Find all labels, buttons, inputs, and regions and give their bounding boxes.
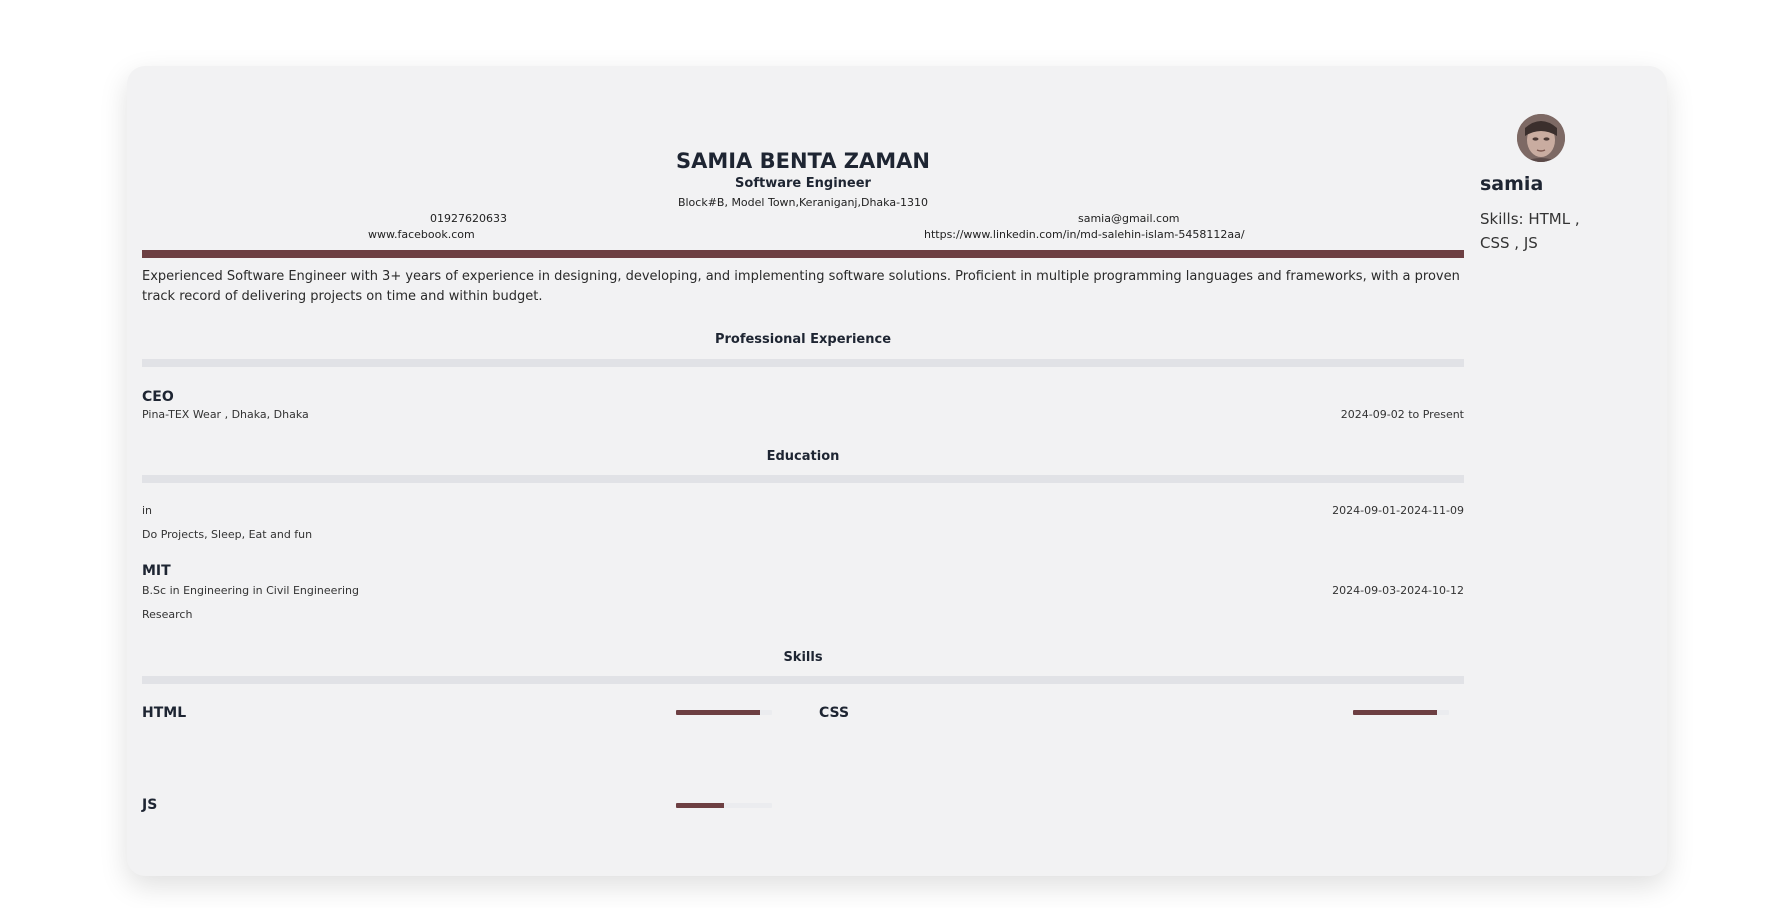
header-divider [142,250,1464,258]
contact-facebook-link[interactable]: www.facebook.com [368,228,475,241]
skill-level-bar-css [1353,710,1449,715]
education-degree: B.Sc in Engineering in Civil Engineering [142,584,359,597]
contact-linkedin-link[interactable]: https://www.linkedin.com/in/md-salehin-i… [924,228,1245,241]
sidebar-skills-summary: Skills: HTML , CSS , JS [1480,210,1580,252]
skill-level-bar-js [676,803,772,808]
education-institution: MIT [142,563,171,579]
skill-name-html: HTML [142,705,187,721]
candidate-address: Block#B, Model Town,Keraniganj,Dhaka-131… [677,196,929,209]
education-degree: in [142,504,153,517]
professional-summary: Experienced Software Engineer with 3+ ye… [142,269,1460,304]
section-divider-skills [142,676,1464,684]
section-divider-experience [142,359,1464,367]
skill-level-fill-js [676,803,724,808]
user-avatar-photo-icon [1517,114,1565,162]
skill-level-fill-html [676,710,761,715]
candidate-name: SAMIA BENTA ZAMAN [675,149,931,173]
section-title-skills: Skills [783,650,823,665]
education-description: Research [142,608,193,621]
job-company: Pina-TEX Wear , Dhaka, Dhaka [142,408,309,421]
resume-main: SAMIA BENTA ZAMAN Software Engineer Bloc… [142,66,1464,876]
skill-name-css: CSS [819,705,850,721]
skill-level-fill-css [1353,710,1438,715]
job-dates: 2024-09-02 to Present [1340,408,1464,421]
section-title-education: Education [766,449,840,464]
resume-card: SAMIA BENTA ZAMAN Software Engineer Bloc… [127,66,1667,876]
section-title-experience: Professional Experience [714,332,892,347]
job-position: CEO [142,389,174,405]
education-description: Do Projects, Sleep, Eat and fun [142,528,313,541]
skill-name-js: JS [142,797,158,813]
avatar[interactable] [1517,114,1565,162]
section-divider-education [142,475,1464,483]
contact-email[interactable]: samia@gmail.com [1078,212,1180,225]
candidate-role: Software Engineer [735,176,871,191]
education-dates: 2024-09-01-2024-11-09 [1332,504,1464,517]
skill-level-bar-html [676,710,772,715]
sidebar-username: samia [1480,173,1544,195]
education-dates: 2024-09-03-2024-10-12 [1332,584,1464,597]
contact-phone: 01927620633 [430,212,507,225]
